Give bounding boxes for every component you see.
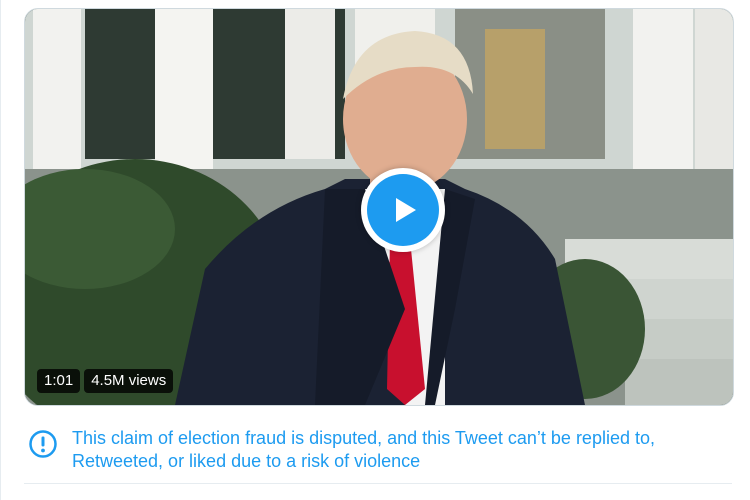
play-button[interactable] bbox=[361, 168, 445, 252]
divider bbox=[24, 483, 732, 484]
exclamation-circle-icon bbox=[29, 430, 57, 458]
warning-notice[interactable]: This claim of election fraud is disputed… bbox=[24, 412, 732, 482]
duration-badge: 1:01 bbox=[37, 369, 81, 393]
view-count-badge: 4.5M views bbox=[84, 369, 174, 393]
tweet-media-card: 1:01 4.5M views This claim of election f… bbox=[0, 0, 750, 500]
video-badges: 1:01 4.5M views bbox=[37, 369, 174, 393]
warning-notice-text: This claim of election fraud is disputed… bbox=[72, 428, 655, 471]
video-player[interactable]: 1:01 4.5M views bbox=[24, 8, 734, 406]
play-icon bbox=[367, 174, 439, 246]
